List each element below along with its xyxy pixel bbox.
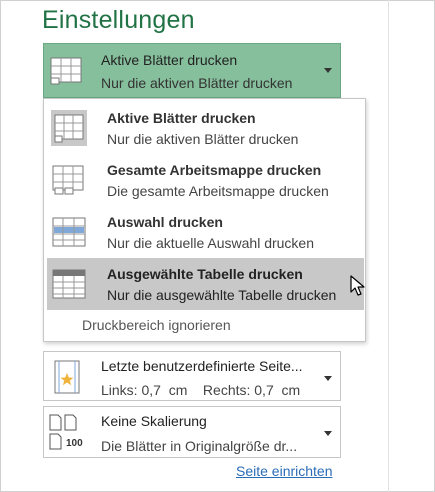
option-desc: Nur die aktiven Blätter drucken: [107, 131, 299, 147]
option-active-sheets[interactable]: Aktive Blätter drucken Nur die aktiven B…: [47, 102, 364, 154]
active-sheets-icon: [51, 110, 87, 146]
scaling-icon-label: 100: [66, 438, 83, 449]
chevron-down-icon[interactable]: [324, 68, 332, 73]
margins-title: Letzte benutzerdefinierte Seite...: [101, 358, 303, 374]
option-selection[interactable]: Auswahl drucken Nur die aktuelle Auswahl…: [47, 206, 364, 258]
chevron-down-icon[interactable]: [324, 431, 332, 436]
scaling-icon: 100: [48, 413, 88, 453]
option-title: Auswahl drucken: [107, 214, 223, 230]
print-what-selected-title: Aktive Blätter drucken: [101, 52, 238, 68]
option-title: Ausgewählte Tabelle drucken: [107, 266, 303, 282]
scaling-combobox[interactable]: 100 Keine Skalierung Die Blätter in Orig…: [43, 406, 341, 458]
chevron-down-icon[interactable]: [324, 376, 332, 381]
margins-desc: Links: 0,7 cm Rechts: 0,7 cm: [101, 382, 301, 398]
margins-combobox[interactable]: Letzte benutzerdefinierte Seite... Links…: [43, 351, 341, 401]
page-setup-link[interactable]: Seite einrichten: [236, 463, 333, 479]
option-title: Gesamte Arbeitsmappe drucken: [107, 162, 322, 178]
scaling-title: Keine Skalierung: [101, 413, 207, 429]
option-entire-workbook[interactable]: Gesamte Arbeitsmappe drucken Die gesamte…: [47, 154, 364, 206]
active-sheets-icon: [49, 54, 85, 86]
option-desc: Nur die aktuelle Auswahl drucken: [107, 235, 315, 251]
option-desc: Nur die ausgewählte Tabelle drucken: [107, 287, 337, 303]
option-title: Aktive Blätter drucken: [107, 110, 256, 126]
ignore-print-area-item[interactable]: Druckbereich ignorieren: [82, 317, 231, 333]
settings-heading: Einstellungen: [42, 6, 195, 34]
margins-icon: [49, 359, 85, 394]
scaling-desc: Die Blätter in Originalgröße dr...: [101, 438, 298, 454]
print-what-combobox[interactable]: Aktive Blätter drucken Nur die aktiven B…: [43, 43, 341, 98]
print-what-dropdown: Aktive Blätter drucken Nur die aktiven B…: [43, 98, 366, 342]
table-icon: [51, 266, 87, 302]
mouse-cursor-icon: [350, 275, 366, 297]
print-what-selected-desc: Nur die aktiven Blätter drucken: [101, 75, 293, 91]
workbook-icon: [51, 162, 87, 198]
option-desc: Die gesamte Arbeitsmappe drucken: [107, 183, 329, 199]
option-selected-table[interactable]: Ausgewählte Tabelle drucken Nur die ausg…: [47, 258, 364, 310]
panel-divider: [388, 0, 389, 492]
selection-icon: [51, 214, 87, 250]
